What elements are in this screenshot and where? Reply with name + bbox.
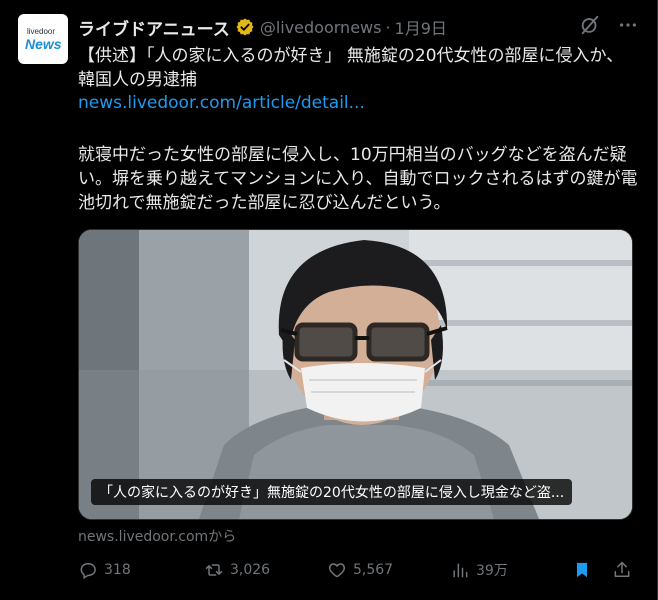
repost-button[interactable]: 3,026 (204, 560, 270, 580)
avatar-brand-top: livedoor (27, 27, 56, 36)
reply-icon (80, 563, 96, 579)
post-body: 就寝中だった女性の部屋に侵入し、10万円相当のバッグなどを盗んだ疑い。塀を乗り越… (78, 145, 638, 213)
share-icon (614, 561, 630, 577)
bookmark-icon (577, 562, 587, 578)
repost-icon (205, 564, 223, 576)
repost-count: 3,026 (230, 562, 271, 578)
bookmark-button[interactable] (572, 560, 598, 580)
verified-badge-icon (236, 18, 254, 36)
post-header: ライブドアニュース @livedoornews · 1月9日 (78, 14, 447, 40)
link-source[interactable]: news.livedoor.comから (78, 526, 236, 546)
author-handle[interactable]: @livedoornews (260, 18, 382, 37)
like-count: 5,567 (353, 562, 394, 578)
post-date[interactable]: 1月9日 (395, 15, 447, 39)
views-button[interactable]: 39万 (450, 560, 508, 580)
views-chart-icon (453, 563, 468, 578)
avatar[interactable]: livedoor News (18, 14, 68, 64)
like-button[interactable]: 5,567 (327, 560, 393, 580)
share-button[interactable] (612, 560, 638, 580)
reply-count: 318 (104, 562, 131, 578)
header-separator: · (385, 17, 391, 37)
reply-button[interactable]: 318 (78, 560, 131, 580)
more-options-icon[interactable] (617, 14, 639, 36)
article-image-card[interactable]: 「人の家に入るのが好き」無施錠の20代女性の部屋に侵入し現金など盗... (78, 229, 633, 520)
post-top-actions (579, 14, 639, 36)
article-photo (79, 230, 632, 519)
action-bar: 318 3,026 5,567 39万 (78, 560, 634, 584)
display-name[interactable]: ライブドアニュース (78, 15, 230, 40)
post-headline: 【供述】「人の家に入るのが好き」 無施錠の20代女性の部屋に侵入か、韓国人の男逮… (78, 46, 624, 90)
post-card: livedoor News ライブドアニュース @livedoornews · … (0, 0, 658, 600)
heart-icon (328, 563, 346, 578)
avatar-brand-bottom: News (25, 36, 62, 52)
article-link[interactable]: news.livedoor.com/article/detail... (78, 93, 365, 113)
image-caption: 「人の家に入るのが好き」無施錠の20代女性の部屋に侵入し現金など盗... (91, 479, 573, 505)
view-count: 39万 (476, 563, 508, 579)
grok-slash-icon[interactable] (579, 14, 601, 36)
